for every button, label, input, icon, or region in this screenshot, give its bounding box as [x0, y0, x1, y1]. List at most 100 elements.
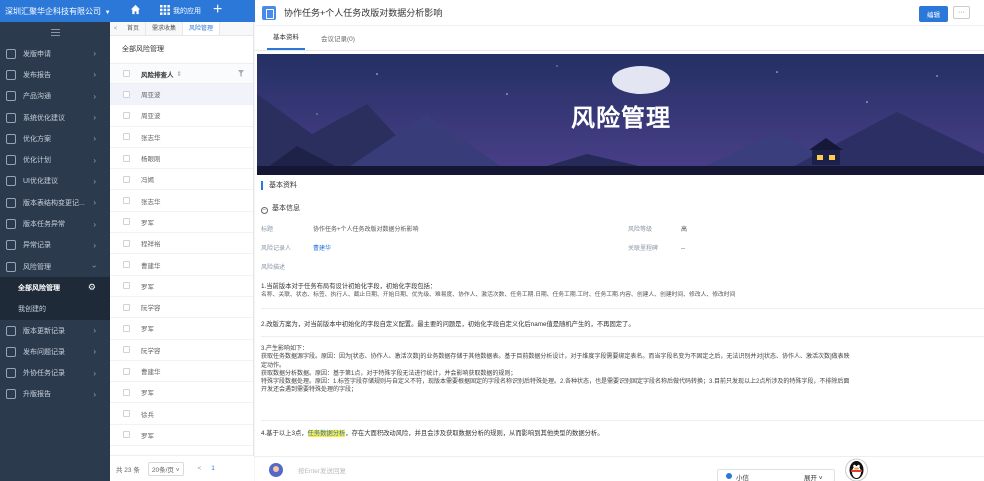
menu-item-icon	[6, 368, 16, 379]
page-size-select[interactable]: 20条/页 ˅	[147, 461, 184, 476]
home-icon[interactable]	[130, 4, 141, 15]
select-all-checkbox[interactable]	[123, 70, 130, 77]
divider	[261, 336, 984, 337]
chevron-right-icon: ›	[93, 326, 96, 335]
sidebar-item-label: 发布问题记录	[23, 348, 65, 356]
list-item[interactable]: 冯嫣	[110, 169, 253, 191]
sidebar-item[interactable]: UI优化建议 ›	[0, 171, 110, 192]
list-item[interactable]: 罗军	[110, 212, 253, 234]
reply-input[interactable]: 按Enter发送回复	[298, 465, 346, 475]
list-item[interactable]: 曹建华	[110, 254, 253, 276]
list-item[interactable]: 周亚波	[110, 105, 253, 127]
more-button[interactable]: ···	[953, 6, 970, 19]
sidebar-item[interactable]: 发布问题记录 ›	[0, 341, 110, 362]
chevron-right-icon: ›	[93, 70, 96, 80]
row-checkbox[interactable]	[123, 303, 130, 311]
list-item[interactable]: 徐兵	[110, 403, 253, 425]
menu-toggle-icon[interactable]	[0, 22, 110, 43]
row-checkbox[interactable]	[123, 367, 130, 375]
list-item[interactable]: 曹建华	[110, 361, 253, 383]
column-label[interactable]: 风险排查人	[141, 69, 174, 79]
sidebar-item[interactable]: 发布报告 ›	[0, 64, 110, 85]
row-checkbox[interactable]	[123, 388, 130, 396]
filter-icon[interactable]	[238, 70, 244, 77]
expand-button[interactable]: 展开 ˅	[804, 472, 823, 481]
sidebar-subitem[interactable]: 全部风险管理 ⚙	[0, 277, 110, 299]
row-name: 阮学容	[141, 347, 161, 355]
row-checkbox[interactable]	[123, 324, 130, 332]
list-item[interactable]: 罗军	[110, 425, 253, 447]
sidebar-item[interactable]: 异常记录 ›	[0, 235, 110, 256]
edit-button[interactable]: 编辑	[919, 6, 948, 22]
sidebar-item[interactable]: 产品沟通 ›	[0, 86, 110, 107]
row-checkbox[interactable]	[123, 431, 130, 439]
list-item[interactable]: 阮学容	[110, 297, 253, 319]
tab-risk[interactable]: 风险管理	[183, 22, 221, 35]
company-switcher[interactable]: 深圳汇聚华企科技有限公司 ▼	[0, 6, 118, 17]
row-checkbox[interactable]	[123, 410, 130, 418]
column-header: 风险排查人 ⇕	[110, 64, 253, 84]
row-checkbox[interactable]	[123, 239, 130, 247]
basic-info-toggle[interactable]: − 基本信息	[261, 203, 300, 214]
qq-penguin-icon[interactable]	[844, 458, 869, 481]
prev-page-button[interactable]: <	[198, 465, 202, 472]
sidebar-item[interactable]: 版本任务异常 ›	[0, 213, 110, 234]
row-name: 罗军	[141, 283, 154, 291]
row-checkbox[interactable]	[123, 197, 130, 205]
row-checkbox[interactable]	[123, 282, 130, 290]
chat-widget[interactable]: 小信 展开 ˅	[717, 469, 835, 481]
list-item[interactable]: 罗军	[110, 318, 253, 340]
plus-icon[interactable]: +	[213, 1, 222, 19]
row-name: 罗军	[141, 219, 154, 227]
row-checkbox[interactable]	[123, 218, 130, 226]
tab-meeting-records[interactable]: 会议记录(0)	[315, 33, 361, 50]
chevron-right-icon: ›	[93, 91, 96, 101]
recorder-link[interactable]: 曹建华	[313, 246, 331, 252]
sidebar-item-label: 升版报告	[23, 391, 51, 399]
list-item[interactable]: 程祥裕	[110, 233, 253, 255]
settings-icon[interactable]: ⚙	[88, 282, 96, 293]
sidebar-item-label: 系统优化建议	[23, 114, 65, 122]
menu-item-icon	[6, 69, 16, 80]
list-item[interactable]: 杨眼刚	[110, 148, 253, 170]
sidebar-item[interactable]: 版本表结构变更记... ›	[0, 192, 110, 213]
sidebar: 发版申请 › 发布报告 › 产品沟通 › 系统优化建议 › 优化方案 › 优化计划 › UI优化建议 › 版…	[0, 22, 110, 481]
tabs-prev-icon[interactable]: <	[110, 26, 121, 32]
row-checkbox[interactable]	[123, 175, 130, 183]
sidebar-item[interactable]: 版本更新记录 ›	[0, 320, 110, 341]
list-item[interactable]: 罗军	[110, 276, 253, 297]
row-checkbox[interactable]	[123, 261, 130, 269]
menu-item-icon	[6, 261, 16, 272]
desc-paragraph-1: 1.当前版本对于任务布局有设计初始化字段，初始化字段包括： 名称、关联、状态、标签…	[261, 283, 736, 299]
row-name: 张志华	[141, 134, 161, 142]
menu-item-icon	[6, 389, 16, 400]
sort-icon[interactable]: ⇕	[177, 70, 182, 78]
list-item[interactable]: 周亚波	[110, 84, 253, 106]
page-number[interactable]: 1	[211, 465, 215, 472]
sidebar-item[interactable]: 外协任务记录 ›	[0, 362, 110, 383]
my-apps-link[interactable]: 我的应用	[173, 6, 201, 16]
sidebar-item[interactable]: 优化方案 ›	[0, 128, 110, 149]
sidebar-item[interactable]: 升版报告 ›	[0, 384, 110, 405]
list-item[interactable]: 罗军	[110, 382, 253, 404]
row-checkbox[interactable]	[123, 133, 130, 141]
row-checkbox[interactable]	[123, 90, 130, 98]
list-item[interactable]: 张志华	[110, 190, 253, 212]
row-checkbox[interactable]	[123, 154, 130, 162]
row-checkbox[interactable]	[123, 111, 130, 119]
list-item[interactable]: 张志华	[110, 127, 253, 148]
sidebar-item[interactable]: 发版申请 ›	[0, 43, 110, 64]
sidebar-subitem[interactable]: 我创建的	[0, 298, 110, 320]
row-checkbox[interactable]	[123, 346, 130, 354]
divider	[261, 420, 984, 421]
sidebar-item[interactable]: 系统优化建议 ›	[0, 107, 110, 128]
apps-grid-icon[interactable]	[160, 5, 170, 15]
page-tabs: < 首页 需求收集 风险管理	[110, 22, 253, 36]
tab-requirements[interactable]: 需求收集	[146, 22, 184, 35]
sidebar-item[interactable]: 优化计划 ›	[0, 149, 110, 170]
field-description-label: 风险描述	[261, 265, 286, 271]
list-item[interactable]: 阮学容	[110, 340, 253, 361]
tab-basic-info[interactable]: 基本资料	[267, 31, 305, 50]
sidebar-item[interactable]: 风险管理 ›	[0, 256, 110, 277]
tab-home[interactable]: 首页	[121, 22, 147, 35]
